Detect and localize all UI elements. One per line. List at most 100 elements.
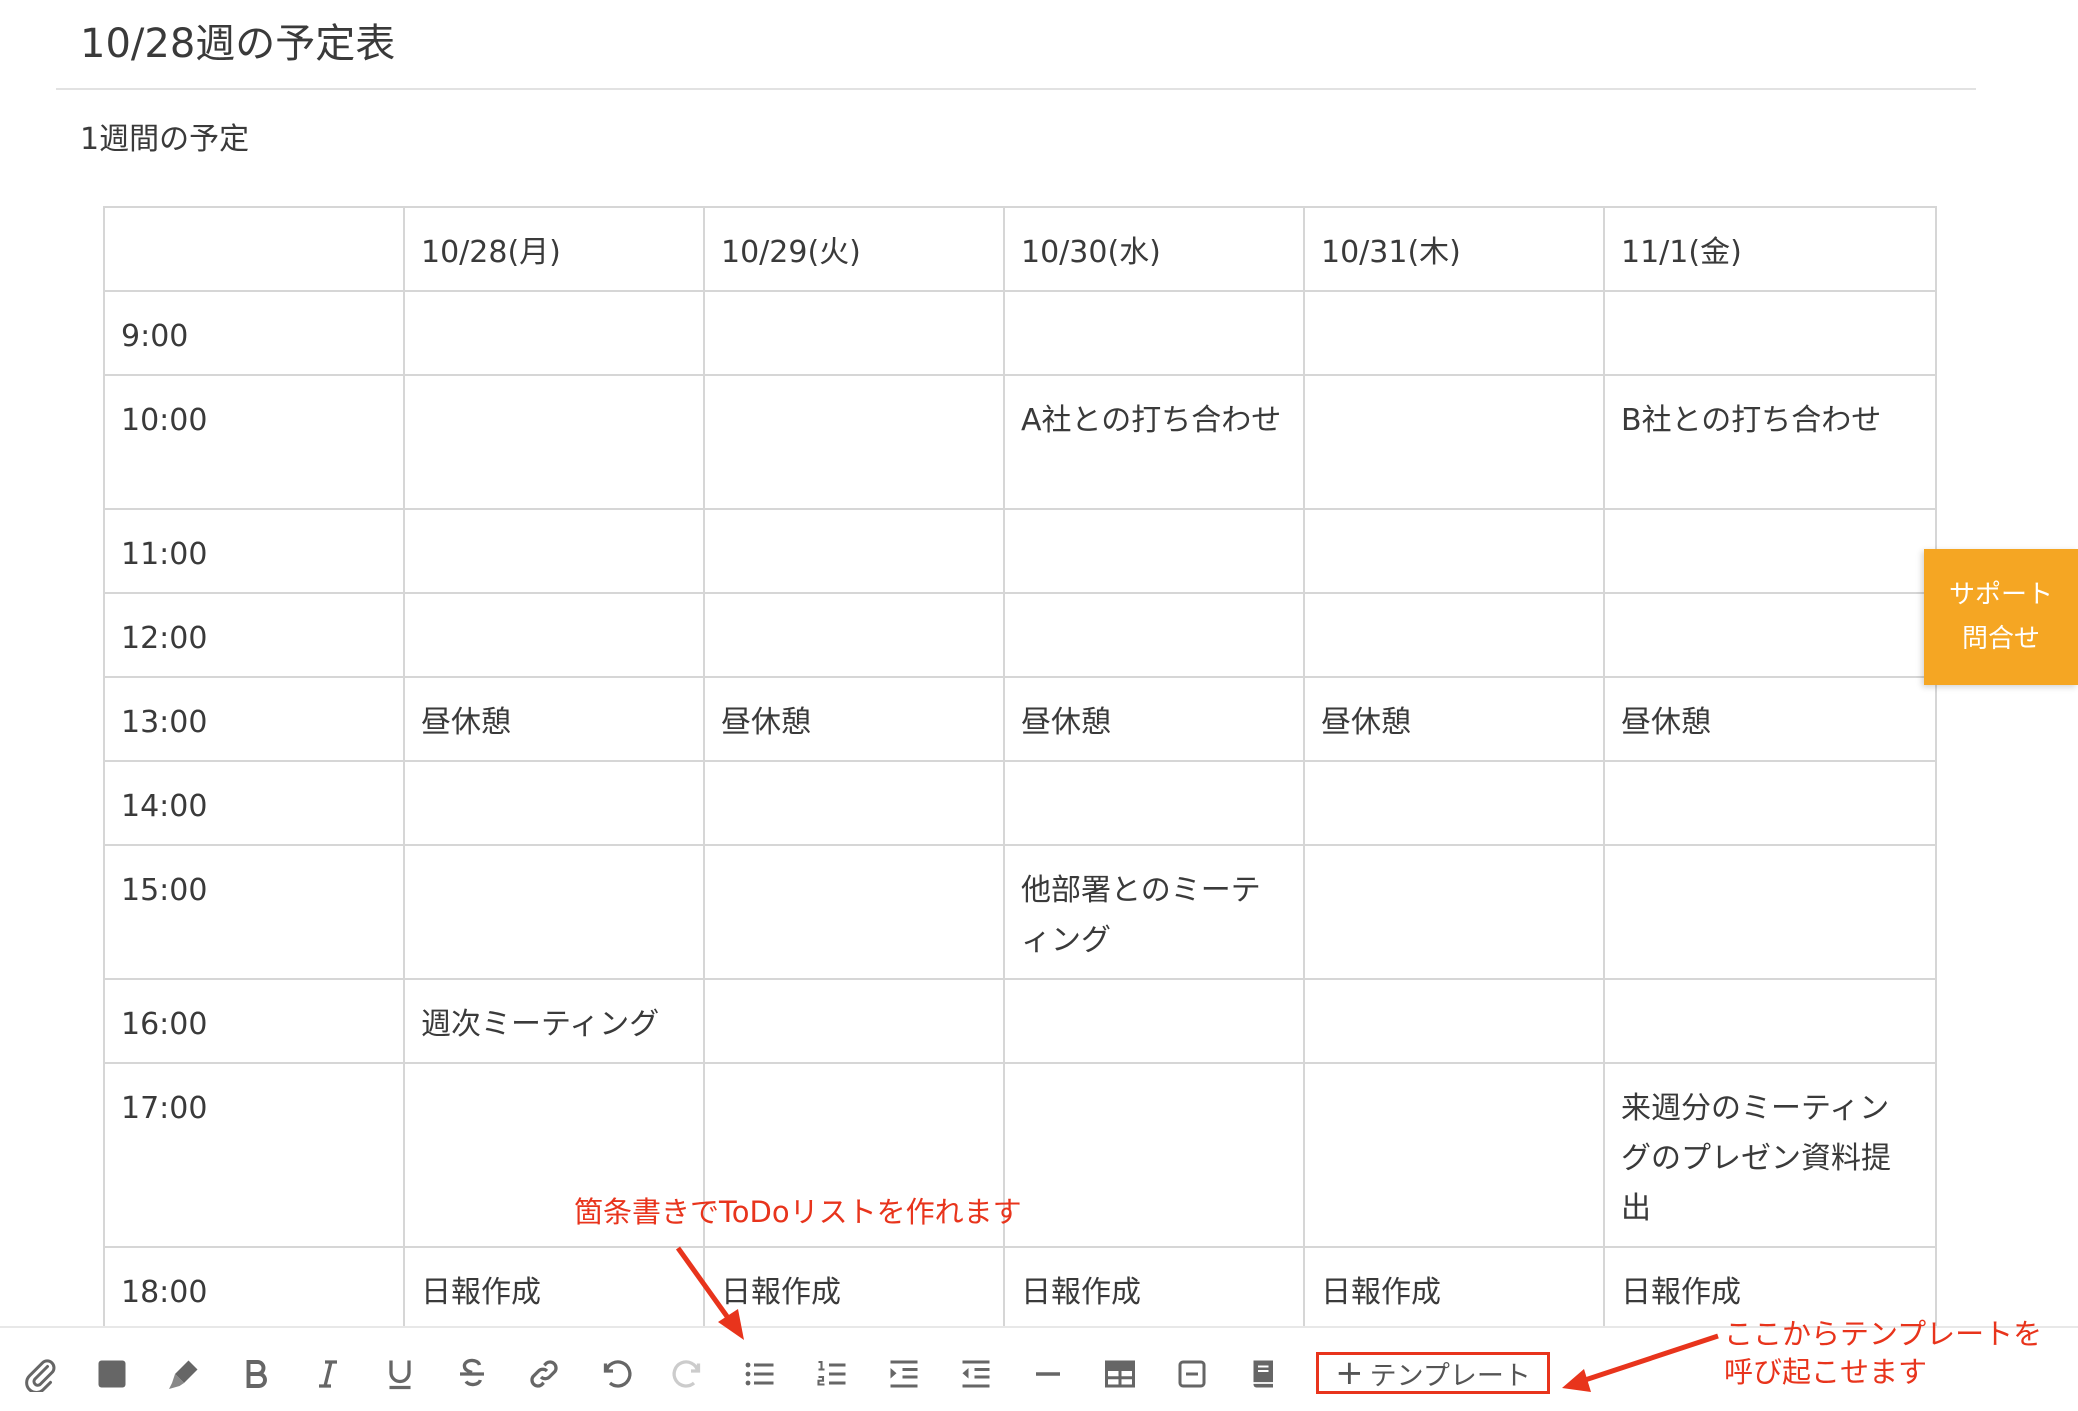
table-cell[interactable] xyxy=(1303,592,1605,678)
time-cell[interactable]: 13:00 xyxy=(103,676,405,762)
link-button[interactable] xyxy=(526,1356,562,1392)
table-row: 9:00 xyxy=(103,290,1937,376)
time-cell[interactable]: 15:00 xyxy=(103,844,405,980)
table-cell[interactable] xyxy=(403,844,705,980)
underline-icon xyxy=(389,1360,411,1390)
text-color-button[interactable] xyxy=(94,1356,130,1392)
table-cell[interactable] xyxy=(703,374,1005,510)
time-cell[interactable]: 11:00 xyxy=(103,508,405,594)
table-cell[interactable]: 他部署とのミーティング xyxy=(1003,844,1305,980)
table-row: 12:00 xyxy=(103,592,1937,678)
table-cell[interactable] xyxy=(403,290,705,376)
table-cell[interactable]: 来週分のミーティングのプレゼン資料提出 xyxy=(1603,1062,1937,1248)
numbered-list-button[interactable] xyxy=(814,1356,850,1392)
strikethrough-button[interactable] xyxy=(454,1356,490,1392)
table-cell[interactable] xyxy=(1003,1062,1305,1248)
collapse-button[interactable] xyxy=(1174,1356,1210,1392)
table-cell[interactable] xyxy=(1303,374,1605,510)
italic-button[interactable] xyxy=(310,1356,346,1392)
highlighter-button[interactable] xyxy=(166,1356,202,1392)
undo-button[interactable] xyxy=(598,1356,634,1392)
table-cell[interactable] xyxy=(1303,1062,1605,1248)
header-cell-wednesday[interactable]: 10/30(水) xyxy=(1003,206,1305,292)
time-cell[interactable]: 12:00 xyxy=(103,592,405,678)
table-cell[interactable] xyxy=(1603,592,1937,678)
table-cell[interactable] xyxy=(703,978,1005,1064)
bullet-list-button[interactable] xyxy=(742,1356,778,1392)
indent-button[interactable] xyxy=(886,1356,922,1392)
table-cell[interactable] xyxy=(1303,978,1605,1064)
table-cell[interactable] xyxy=(1303,290,1605,376)
table-cell[interactable] xyxy=(1003,290,1305,376)
strikethrough-icon xyxy=(460,1358,484,1387)
table-row: 16:00 週次ミーティング xyxy=(103,978,1937,1064)
time-cell[interactable]: 14:00 xyxy=(103,760,405,846)
table-cell[interactable]: 昼休憩 xyxy=(1003,676,1305,762)
bold-button[interactable] xyxy=(238,1356,274,1392)
table-cell[interactable]: 日報作成 xyxy=(403,1246,705,1332)
table-cell[interactable] xyxy=(403,760,705,846)
insert-table-button[interactable] xyxy=(1102,1356,1138,1392)
document-button[interactable] xyxy=(1246,1356,1282,1392)
table-cell[interactable] xyxy=(703,290,1005,376)
highlighter-icon xyxy=(169,1360,198,1389)
table-cell[interactable] xyxy=(1603,760,1937,846)
table-cell[interactable] xyxy=(1003,508,1305,594)
support-contact-button[interactable]: サポート 問合せ xyxy=(1924,549,2078,685)
table-cell[interactable] xyxy=(1603,290,1937,376)
table-cell[interactable]: 日報作成 xyxy=(703,1246,1005,1332)
table-cell[interactable]: B社との打ち合わせ xyxy=(1603,374,1937,510)
horizontal-rule-button[interactable] xyxy=(1030,1356,1066,1392)
bullet-list-icon xyxy=(745,1362,774,1386)
table-cell[interactable] xyxy=(1303,760,1605,846)
header-cell-tuesday[interactable]: 10/29(火) xyxy=(703,206,1005,292)
time-cell[interactable]: 9:00 xyxy=(103,290,405,376)
time-cell[interactable]: 17:00 xyxy=(103,1062,405,1248)
table-cell[interactable] xyxy=(703,844,1005,980)
time-cell[interactable]: 18:00 xyxy=(103,1246,405,1332)
table-row: 18:00 日報作成 日報作成 日報作成 日報作成 日報作成 xyxy=(103,1246,1937,1332)
table-cell[interactable] xyxy=(1003,760,1305,846)
text-color-icon xyxy=(98,1360,126,1388)
table-row: 15:00 他部署とのミーティング xyxy=(103,844,1937,980)
attachment-button[interactable] xyxy=(22,1356,58,1392)
header-cell-corner[interactable] xyxy=(103,206,405,292)
undo-icon xyxy=(603,1360,632,1388)
table-cell[interactable]: 週次ミーティング xyxy=(403,978,705,1064)
table-cell[interactable] xyxy=(1603,844,1937,980)
time-cell[interactable]: 16:00 xyxy=(103,978,405,1064)
header-cell-friday[interactable]: 11/1(金) xyxy=(1603,206,1937,292)
table-cell[interactable] xyxy=(1603,978,1937,1064)
table-cell[interactable] xyxy=(1003,978,1305,1064)
table-cell[interactable]: 昼休憩 xyxy=(1603,676,1937,762)
table-cell[interactable] xyxy=(403,508,705,594)
table-cell[interactable]: 昼休憩 xyxy=(1303,676,1605,762)
table-cell[interactable] xyxy=(703,508,1005,594)
table-cell[interactable] xyxy=(1303,508,1605,594)
table-cell[interactable] xyxy=(403,374,705,510)
table-row: 13:00 昼休憩 昼休憩 昼休憩 昼休憩 昼休憩 xyxy=(103,676,1937,762)
table-header-row: 10/28(月) 10/29(火) 10/30(水) 10/31(木) 11/1… xyxy=(103,206,1937,292)
table-cell[interactable]: 日報作成 xyxy=(1303,1246,1605,1332)
table-cell[interactable]: 日報作成 xyxy=(1003,1246,1305,1332)
time-cell[interactable]: 10:00 xyxy=(103,374,405,510)
table-row: 14:00 xyxy=(103,760,1937,846)
table-cell[interactable] xyxy=(1603,508,1937,594)
table-cell[interactable] xyxy=(403,592,705,678)
redo-button[interactable] xyxy=(670,1356,706,1392)
todo-callout: 箇条書きでToDoリストを作れます xyxy=(574,1195,1022,1229)
table-cell[interactable]: 昼休憩 xyxy=(403,676,705,762)
table-cell[interactable] xyxy=(703,760,1005,846)
table-cell[interactable] xyxy=(1303,844,1605,980)
table-cell[interactable] xyxy=(1003,592,1305,678)
table-cell[interactable]: 昼休憩 xyxy=(703,676,1005,762)
underline-button[interactable] xyxy=(382,1356,418,1392)
table-cell[interactable]: A社との打ち合わせ xyxy=(1003,374,1305,510)
table-row: 10:00 A社との打ち合わせ B社との打ち合わせ xyxy=(103,374,1937,510)
title-divider xyxy=(56,88,1976,90)
table-cell[interactable] xyxy=(703,592,1005,678)
outdent-button[interactable] xyxy=(958,1356,994,1392)
template-button[interactable]: + テンプレート xyxy=(1316,1352,1550,1394)
header-cell-monday[interactable]: 10/28(月) xyxy=(403,206,705,292)
header-cell-thursday[interactable]: 10/31(木) xyxy=(1303,206,1605,292)
